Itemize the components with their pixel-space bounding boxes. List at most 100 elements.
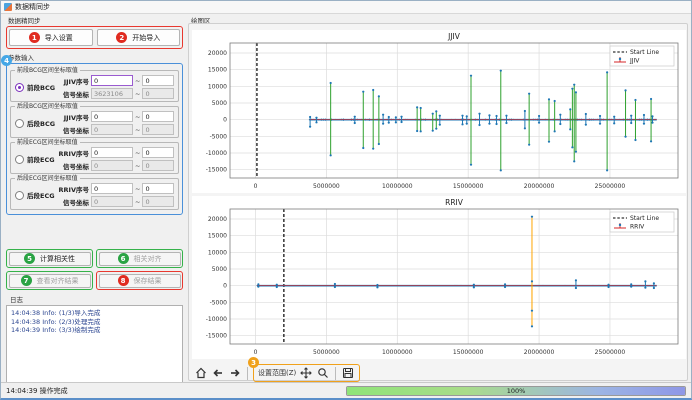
import-buttons-frame: 1 导入设置 2 开始导入 <box>6 26 183 49</box>
step-badge-1: 1 <box>29 32 40 43</box>
front-ecg-coord-from-input <box>91 160 133 171</box>
tilde: ~ <box>135 90 140 98</box>
svg-text:25000000: 25000000 <box>595 349 626 356</box>
svg-text:-10000: -10000 <box>206 150 227 157</box>
rear-ecg-radio-label: 后段ECG <box>27 190 55 200</box>
forward-arrow-icon[interactable] <box>228 366 242 380</box>
rear-bcg-jjiv-from-input[interactable] <box>91 111 133 122</box>
step-badge-6: 6 <box>118 253 129 264</box>
front-ecg-rriv-from-input[interactable] <box>91 147 133 158</box>
front-ecg-radio-label: 前段ECG <box>27 154 55 164</box>
svg-text:10000: 10000 <box>208 83 227 90</box>
tilde: ~ <box>135 77 140 85</box>
svg-text:20000: 20000 <box>208 50 227 57</box>
params-frame: 前段BCG区间坐标取值 前段BCG JJIV序号 ~ <box>6 63 183 215</box>
action-buttons: 5 计算相关性 6 相关对齐 7 查看对齐结果 8 保存结果 <box>6 249 183 290</box>
svg-text:0: 0 <box>223 283 227 290</box>
log-section: 日志 14:04:38 Info: (1/3)导入完成 14:04:38 Inf… <box>6 294 183 389</box>
front-ecg-rriv-to-input[interactable] <box>142 147 174 158</box>
svg-text:10000000: 10000000 <box>382 183 413 190</box>
plot-frame: 0500000010000000150000002000000025000000… <box>188 23 688 381</box>
step-badge-8: 8 <box>118 275 129 286</box>
front-ecg-group-label: 前段ECG区间坐标取值 <box>15 139 80 146</box>
front-bcg-jjiv-to-input[interactable] <box>142 75 174 86</box>
svg-text:20000000: 20000000 <box>524 349 555 356</box>
step-badge-5: 5 <box>24 253 35 264</box>
window-titlebar: 数据精同步 <box>1 1 691 14</box>
progress-text: 100% <box>347 387 685 395</box>
step-badge-2: 2 <box>116 32 127 43</box>
rear-bcg-jjiv-to-input[interactable] <box>142 111 174 122</box>
rear-ecg-radio[interactable] <box>15 191 24 200</box>
svg-text:20000000: 20000000 <box>524 183 555 190</box>
svg-text:RRIV: RRIV <box>630 224 645 231</box>
rear-bcg-radio[interactable] <box>15 119 24 128</box>
start-import-button[interactable]: 2 开始导入 <box>97 29 181 46</box>
save-result-button[interactable]: 8 保存结果 <box>99 274 181 288</box>
pan-icon[interactable] <box>299 366 313 380</box>
rear-bcg-group: 后段BCG区间坐标取值 后段BCG JJIV序号 ~ <box>10 106 179 138</box>
back-arrow-icon[interactable] <box>211 366 225 380</box>
svg-text:5000000: 5000000 <box>313 349 340 356</box>
front-ecg-group: 前段ECG区间坐标取值 前段ECG RRIV序号 ~ <box>10 142 179 174</box>
tilde: ~ <box>135 185 140 193</box>
import-settings-button[interactable]: 1 导入设置 <box>9 29 93 46</box>
log-entry: 14:04:38 Info: (2/3)处理完成 <box>11 318 178 327</box>
svg-text:-5000: -5000 <box>210 133 228 140</box>
save-result-label: 保存结果 <box>134 276 162 286</box>
progress-bar: 100% <box>346 386 686 396</box>
tilde: ~ <box>135 113 140 121</box>
rear-ecg-group-label: 后段ECG区间坐标取值 <box>15 175 80 182</box>
set-range-group: 3 设置范围(Z) <box>253 364 360 382</box>
home-icon[interactable] <box>194 366 208 380</box>
signal-coord-label: 信号坐标 <box>57 197 89 207</box>
save-figure-icon[interactable] <box>341 366 355 380</box>
rear-ecg-rriv-from-input[interactable] <box>91 183 133 194</box>
correlation-align-frame: 6 相关对齐 <box>96 249 183 268</box>
app-icon <box>4 3 12 11</box>
svg-text:-10000: -10000 <box>206 316 227 323</box>
svg-text:15000: 15000 <box>208 67 227 74</box>
front-ecg-coord-to-input <box>142 160 174 171</box>
rear-ecg-rriv-to-input[interactable] <box>142 183 174 194</box>
svg-text:10000: 10000 <box>208 249 227 256</box>
svg-text:Start Line: Start Line <box>630 49 659 56</box>
status-bar: 14:04:39 操作完成 100% <box>1 382 691 398</box>
front-bcg-group-label: 前段BCG区间坐标取值 <box>15 67 80 74</box>
log-list[interactable]: 14:04:38 Info: (1/3)导入完成 14:04:38 Info: … <box>6 305 183 389</box>
rriv-chart-canvas[interactable]: 0500000010000000150000002000000025000000… <box>192 196 686 359</box>
correlation-align-button[interactable]: 6 相关对齐 <box>99 252 181 266</box>
svg-text:0: 0 <box>254 183 258 190</box>
params-section: 参数输入 4 前段BCG区间坐标取值 前段BCG JJIV序号 ~ <box>4 52 185 215</box>
log-entry: 14:04:39 Info: (3/3)绘制完成 <box>11 326 178 335</box>
log-entry: 14:04:38 Info: (1/3)导入完成 <box>11 309 178 318</box>
window-title: 数据精同步 <box>15 2 50 12</box>
rear-bcg-coord-to-input <box>142 124 174 135</box>
svg-text:Start Line: Start Line <box>630 215 659 222</box>
calc-correlation-frame: 5 计算相关性 <box>6 249 93 268</box>
zoom-icon[interactable] <box>316 366 330 380</box>
svg-text:15000: 15000 <box>208 233 227 240</box>
rear-bcg-radio-label: 后段BCG <box>27 118 55 128</box>
step-badge-7: 7 <box>21 275 32 286</box>
plot-panel: 绘图区 050000001000000015000000200000002500… <box>188 15 688 381</box>
rear-ecg-coord-from-input <box>91 196 133 207</box>
rriv-index-label: RRIV序号 <box>57 148 89 158</box>
front-bcg-jjiv-from-input[interactable] <box>91 75 133 86</box>
svg-text:20000: 20000 <box>208 216 227 223</box>
front-ecg-radio[interactable] <box>15 155 24 164</box>
left-panel: 数据精同步 1 导入设置 2 开始导入 参数输入 4 前段BCG区间坐标取值 前… <box>4 15 185 381</box>
calc-correlation-button[interactable]: 5 计算相关性 <box>9 252 91 266</box>
import-settings-label: 导入设置 <box>45 33 73 43</box>
front-bcg-coord-to-input <box>142 88 174 99</box>
front-bcg-radio[interactable] <box>15 83 24 92</box>
view-align-result-frame: 7 查看对齐结果 <box>6 271 93 290</box>
toolbar-separator <box>335 367 336 380</box>
view-align-result-button[interactable]: 7 查看对齐结果 <box>9 274 91 288</box>
tilde: ~ <box>135 198 140 206</box>
rear-ecg-group: 后段ECG区间坐标取值 后段ECG RRIV序号 ~ <box>10 178 179 210</box>
signal-coord-label: 信号坐标 <box>57 125 89 135</box>
jjiv-chart-canvas[interactable]: 0500000010000000150000002000000025000000… <box>192 30 686 193</box>
svg-text:5000000: 5000000 <box>313 183 340 190</box>
jjiv-index-label: JJIV序号 <box>57 112 89 122</box>
